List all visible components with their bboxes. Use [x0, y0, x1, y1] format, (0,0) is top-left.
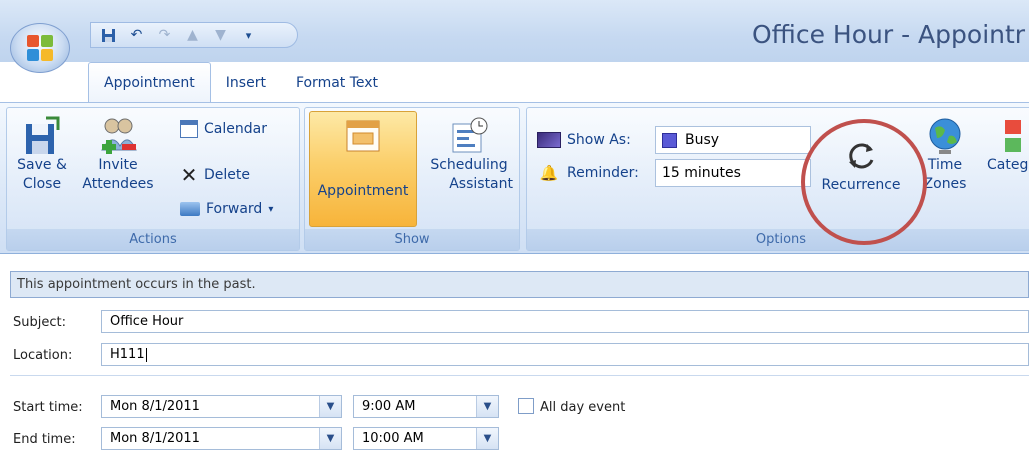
previous-icon[interactable]: ▲: [185, 28, 200, 43]
options-group: Show As: Busy 🔔 Reminder: 15 minutes Rec…: [526, 107, 1029, 251]
invite-attendees-icon: [101, 118, 137, 154]
save-close-icon: [26, 116, 60, 154]
categorize-icon: [1005, 120, 1021, 152]
time-zones-label-2: Zones: [923, 176, 967, 192]
show-as-label: Show As:: [537, 132, 631, 148]
show-group-label: Show: [305, 229, 519, 250]
end-time-value: 10:00 AM: [362, 431, 424, 446]
calendar-icon: [180, 120, 198, 138]
busy-swatch-icon: [662, 132, 677, 148]
subject-label: Subject:: [13, 315, 66, 330]
reminder-label: 🔔 Reminder:: [537, 164, 639, 182]
start-time-dropdown[interactable]: 9:00 AM ▼: [353, 395, 499, 418]
options-group-label: Options: [527, 229, 1029, 250]
redo-icon[interactable]: ↷: [157, 28, 172, 43]
ribbon-tabs: Appointment Insert Format Text: [88, 62, 393, 102]
office-logo-icon: [27, 35, 53, 61]
tab-format-text[interactable]: Format Text: [281, 64, 393, 102]
tab-appointment[interactable]: Appointment: [88, 62, 211, 102]
office-button[interactable]: [10, 23, 70, 73]
customize-icon[interactable]: ▾: [241, 28, 256, 43]
start-time-value: 9:00 AM: [362, 399, 416, 414]
appointment-icon: [346, 120, 380, 152]
forward-dropdown-icon: ▾: [268, 203, 274, 215]
forward-button[interactable]: Forward ▾: [180, 201, 273, 217]
show-as-dropdown[interactable]: Busy: [655, 126, 811, 154]
recurrence-highlight-circle: [801, 119, 927, 245]
delete-icon: ✕: [180, 163, 198, 187]
start-time-label: Start time:: [13, 400, 83, 415]
categorize-button[interactable]: Categ: [987, 116, 1029, 175]
start-date-value: Mon 8/1/2011: [110, 399, 200, 414]
end-date-dropdown[interactable]: Mon 8/1/2011 ▼: [101, 427, 342, 450]
end-date-value: Mon 8/1/2011: [110, 431, 200, 446]
subject-input[interactable]: Office Hour: [101, 310, 1029, 333]
appointment-label: Appointment: [317, 183, 409, 199]
calendar-label: Calendar: [204, 121, 267, 137]
save-close-button[interactable]: Save & Close: [13, 116, 71, 194]
text-cursor: [145, 347, 147, 362]
location-input[interactable]: H111: [101, 343, 1029, 366]
show-as-value: Busy: [685, 132, 720, 148]
reminder-text: Reminder:: [567, 165, 639, 181]
form-divider: [10, 375, 1029, 376]
window-title: Office Hour - Appointr: [752, 20, 1026, 49]
chevron-down-icon[interactable]: ▼: [319, 396, 341, 417]
end-time-label: End time:: [13, 432, 76, 447]
scheduling-assistant-button[interactable]: Scheduling Assistant: [423, 116, 515, 194]
scheduling-label-1: Scheduling: [430, 157, 508, 173]
forward-icon: [180, 202, 200, 216]
bell-icon: 🔔: [539, 164, 559, 182]
scheduling-assistant-icon: [452, 117, 488, 153]
show-group: Appointment Scheduling Assistant Show: [304, 107, 520, 251]
delete-button[interactable]: ✕ Delete: [180, 163, 250, 187]
start-date-dropdown[interactable]: Mon 8/1/2011 ▼: [101, 395, 342, 418]
chevron-down-icon[interactable]: ▼: [319, 428, 341, 449]
reminder-dropdown[interactable]: 15 minutes: [655, 159, 811, 187]
actions-group: Save & Close Invite Attendees Calendar ✕…: [6, 107, 300, 251]
undo-icon[interactable]: ↶: [129, 28, 144, 43]
globe-icon: [929, 118, 961, 154]
invite-label-2: Attendees: [82, 176, 154, 192]
next-icon[interactable]: ▼: [213, 28, 228, 43]
location-value: H111: [110, 347, 145, 362]
time-zones-button[interactable]: Time Zones: [921, 116, 969, 194]
show-as-icon: [537, 132, 561, 148]
all-day-label: All day event: [540, 400, 626, 415]
invite-attendees-button[interactable]: Invite Attendees: [73, 116, 163, 194]
time-zones-label-1: Time: [927, 157, 963, 173]
calendar-button[interactable]: Calendar: [180, 120, 267, 138]
reminder-value: 15 minutes: [662, 165, 741, 181]
actions-group-label: Actions: [7, 229, 299, 250]
chevron-down-icon[interactable]: ▼: [476, 428, 498, 449]
categorize-label: Categ: [987, 157, 1029, 173]
save-icon[interactable]: [101, 28, 116, 43]
delete-label: Delete: [204, 167, 250, 183]
appointment-view-button[interactable]: Appointment: [309, 111, 417, 227]
save-close-label-1: Save &: [17, 157, 67, 173]
chevron-down-icon[interactable]: ▼: [476, 396, 498, 417]
location-label: Location:: [13, 348, 73, 363]
info-bar: This appointment occurs in the past.: [10, 271, 1029, 298]
tab-insert[interactable]: Insert: [211, 64, 281, 102]
invite-label-1: Invite: [98, 157, 138, 173]
end-time-dropdown[interactable]: 10:00 AM ▼: [353, 427, 499, 450]
all-day-checkbox[interactable]: [518, 398, 534, 414]
quick-access-toolbar: ↶ ↷ ▲ ▼ ▾: [90, 22, 298, 48]
show-as-text: Show As:: [567, 132, 631, 148]
scheduling-label-2: Assistant: [449, 176, 513, 192]
forward-label: Forward: [206, 201, 263, 217]
save-close-label-2: Close: [22, 176, 62, 192]
